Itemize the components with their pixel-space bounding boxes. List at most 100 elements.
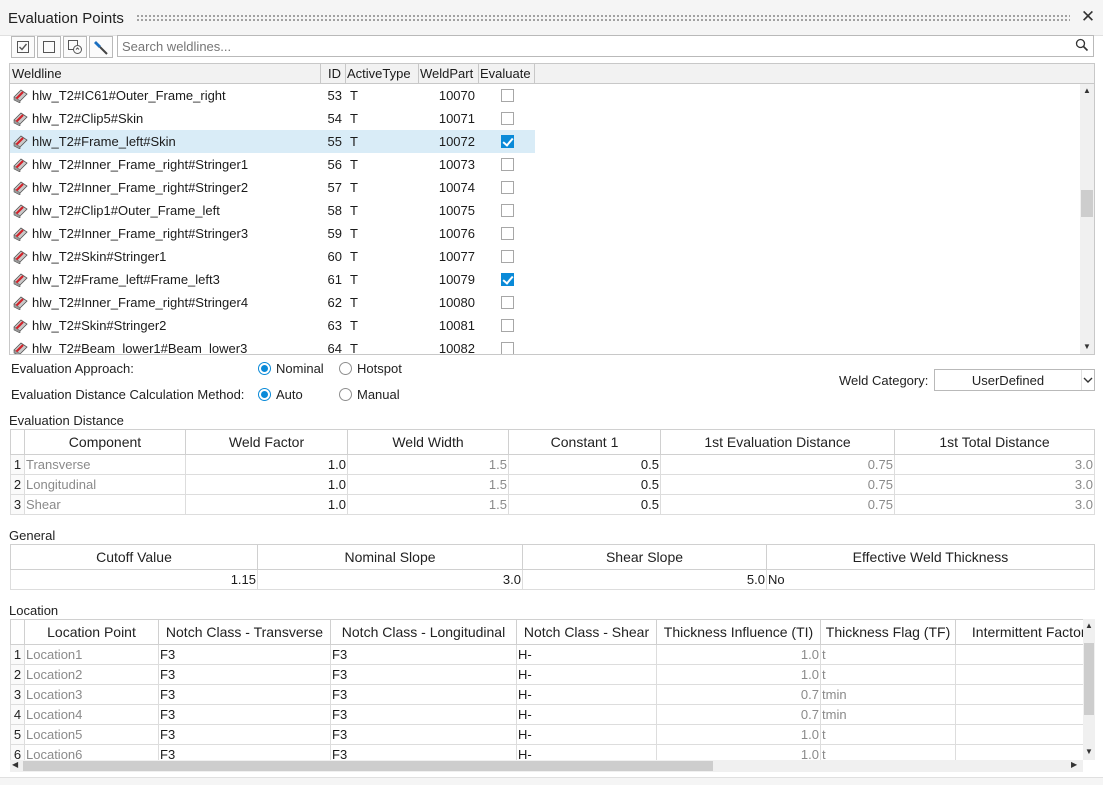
table-row[interactable]: 4 Location4 F3 F3 H- 0.7 tmin xyxy=(10,704,1083,725)
radio-hotspot[interactable] xyxy=(339,362,352,375)
table-cell[interactable]: 1.5 xyxy=(347,454,509,475)
evaluate-checkbox[interactable] xyxy=(501,227,514,240)
table-cell[interactable]: H- xyxy=(516,724,657,745)
table-cell[interactable]: 0.7 xyxy=(656,684,821,705)
pick-weldline-icon[interactable] xyxy=(89,36,113,58)
uncheck-all-icon[interactable] xyxy=(37,36,61,58)
table-cell[interactable]: F3 xyxy=(330,684,517,705)
check-all-icon[interactable] xyxy=(11,36,35,58)
table-cell[interactable] xyxy=(955,684,1083,705)
table-cell[interactable]: F3 xyxy=(158,644,331,665)
scroll-down-icon[interactable]: ▼ xyxy=(1083,342,1091,351)
location-column-header[interactable]: Notch Class - Longitudinal xyxy=(330,619,517,645)
table-row[interactable]: 2 Longitudinal 1.0 1.5 0.5 0.75 3.0 xyxy=(10,474,1095,495)
table-cell[interactable]: 1.0 xyxy=(185,474,348,495)
radio-manual-label[interactable]: Manual xyxy=(357,387,400,402)
general-cell[interactable]: 5.0 xyxy=(522,569,767,590)
table-row[interactable]: 3 Shear 1.0 1.5 0.5 0.75 3.0 xyxy=(10,494,1095,515)
table-cell[interactable]: H- xyxy=(516,644,657,665)
weldline-row[interactable]: hlw_T2#Beam_lower1#Beam_lower3 64 T 10082 xyxy=(10,337,1080,354)
scrollbar-thumb[interactable] xyxy=(1084,643,1094,715)
ed-column-header[interactable]: Weld Factor xyxy=(185,429,348,455)
evaluate-checkbox[interactable] xyxy=(501,273,514,286)
general-column-header[interactable]: Shear Slope xyxy=(522,544,767,570)
evaluate-checkbox[interactable] xyxy=(501,342,514,354)
table-cell[interactable] xyxy=(955,724,1083,745)
radio-nominal-label[interactable]: Nominal xyxy=(276,361,324,376)
table-cell[interactable]: F3 xyxy=(158,684,331,705)
table-cell[interactable]: tmin xyxy=(820,704,956,725)
evaluate-checkbox[interactable] xyxy=(501,158,514,171)
table-row[interactable]: 6 Location6 F3 F3 H- 1.0 t xyxy=(10,744,1083,760)
search-input[interactable] xyxy=(118,36,1058,56)
table-cell[interactable]: 0.5 xyxy=(508,454,661,475)
location-column-header[interactable]: Location Point xyxy=(24,619,159,645)
scrollbar-thumb[interactable] xyxy=(1081,190,1093,217)
table-cell[interactable]: Transverse xyxy=(24,454,186,475)
table-cell[interactable]: 1.0 xyxy=(656,744,821,760)
table-cell[interactable]: H- xyxy=(516,704,657,725)
column-header-activetype[interactable]: ActiveType xyxy=(347,64,411,84)
ed-column-header[interactable]: Constant 1 xyxy=(508,429,661,455)
table-cell[interactable]: F3 xyxy=(158,664,331,685)
evaluate-checkbox[interactable] xyxy=(501,112,514,125)
table-cell[interactable]: Shear xyxy=(24,494,186,515)
table-cell[interactable]: Location2 xyxy=(24,664,159,685)
table-cell[interactable]: 0.75 xyxy=(660,474,895,495)
table-cell[interactable]: 0.5 xyxy=(508,494,661,515)
scroll-left-icon[interactable]: ◀ xyxy=(12,760,18,769)
table-cell[interactable]: F3 xyxy=(158,704,331,725)
table-cell[interactable]: Location6 xyxy=(24,744,159,760)
weldline-row[interactable]: hlw_T2#Skin#Stringer2 63 T 10081 xyxy=(10,314,1080,337)
scroll-right-icon[interactable]: ▶ xyxy=(1071,760,1077,769)
evaluate-checkbox[interactable] xyxy=(501,319,514,332)
radio-nominal[interactable] xyxy=(258,362,271,375)
location-column-header[interactable]: Notch Class - Transverse xyxy=(158,619,331,645)
table-cell[interactable]: Location3 xyxy=(24,684,159,705)
table-cell[interactable]: t xyxy=(820,724,956,745)
location-hscrollbar[interactable]: ◀ ▶ xyxy=(10,760,1083,772)
weldline-row[interactable]: hlw_T2#Frame_left#Frame_left3 61 T 10079 xyxy=(10,268,1080,291)
ed-column-header[interactable]: Weld Width xyxy=(347,429,509,455)
location-column-header[interactable]: Notch Class - Shear xyxy=(516,619,657,645)
scrollbar-thumb[interactable] xyxy=(23,761,713,771)
table-cell[interactable]: 0.75 xyxy=(660,494,895,515)
ed-column-header[interactable]: 1st Total Distance xyxy=(894,429,1095,455)
table-cell[interactable]: F3 xyxy=(158,744,331,760)
column-header-weldpart[interactable]: WeldPart xyxy=(420,64,473,84)
table-cell[interactable]: F3 xyxy=(158,724,331,745)
table-cell[interactable]: 3.0 xyxy=(894,494,1095,515)
close-icon[interactable]: ✕ xyxy=(1080,8,1096,26)
table-cell[interactable]: 0.7 xyxy=(656,704,821,725)
table-cell[interactable]: Location4 xyxy=(24,704,159,725)
table-row[interactable]: 1 Location1 F3 F3 H- 1.0 t xyxy=(10,644,1083,665)
radio-hotspot-label[interactable]: Hotspot xyxy=(357,361,402,376)
evaluate-checkbox[interactable] xyxy=(501,89,514,102)
table-row[interactable]: 2 Location2 F3 F3 H- 1.0 t xyxy=(10,664,1083,685)
weldline-row[interactable]: hlw_T2#Inner_Frame_right#Stringer3 59 T 100… xyxy=(10,222,1080,245)
location-column-header[interactable]: Thickness Influence (TI) xyxy=(656,619,821,645)
table-row[interactable]: 3 Location3 F3 F3 H- 0.7 tmin xyxy=(10,684,1083,705)
table-cell[interactable]: 0.5 xyxy=(508,474,661,495)
table-cell[interactable]: 3.0 xyxy=(894,454,1095,475)
table-row[interactable]: 1 Transverse 1.0 1.5 0.5 0.75 3.0 xyxy=(10,454,1095,475)
evaluate-checkbox[interactable] xyxy=(501,250,514,263)
weldline-row[interactable]: hlw_T2#Skin#Stringer1 60 T 10077 xyxy=(10,245,1080,268)
table-cell[interactable] xyxy=(955,664,1083,685)
ed-column-header[interactable]: 1st Evaluation Distance xyxy=(660,429,895,455)
table-cell[interactable]: H- xyxy=(516,744,657,760)
table-cell[interactable]: F3 xyxy=(330,664,517,685)
evaluate-checkbox[interactable] xyxy=(501,296,514,309)
table-cell[interactable]: t xyxy=(820,644,956,665)
scroll-up-icon[interactable]: ▲ xyxy=(1085,621,1093,630)
table-cell[interactable]: tmin xyxy=(820,684,956,705)
weldline-row[interactable]: hlw_T2#Inner_Frame_right#Stringer4 62 T 100… xyxy=(10,291,1080,314)
weld-category-select[interactable]: UserDefined xyxy=(934,369,1095,391)
table-row[interactable]: 5 Location5 F3 F3 H- 1.0 t xyxy=(10,724,1083,745)
radio-auto-label[interactable]: Auto xyxy=(276,387,303,402)
drag-grip[interactable] xyxy=(136,14,1070,21)
weldline-row[interactable]: hlw_T2#IC61#Outer_Frame_right 53 T 10070 xyxy=(10,84,1080,107)
evaluate-checkbox[interactable] xyxy=(501,181,514,194)
weldline-row[interactable]: hlw_T2#Clip5#Skin 54 T 10071 xyxy=(10,107,1080,130)
ed-column-header[interactable]: Component xyxy=(24,429,186,455)
